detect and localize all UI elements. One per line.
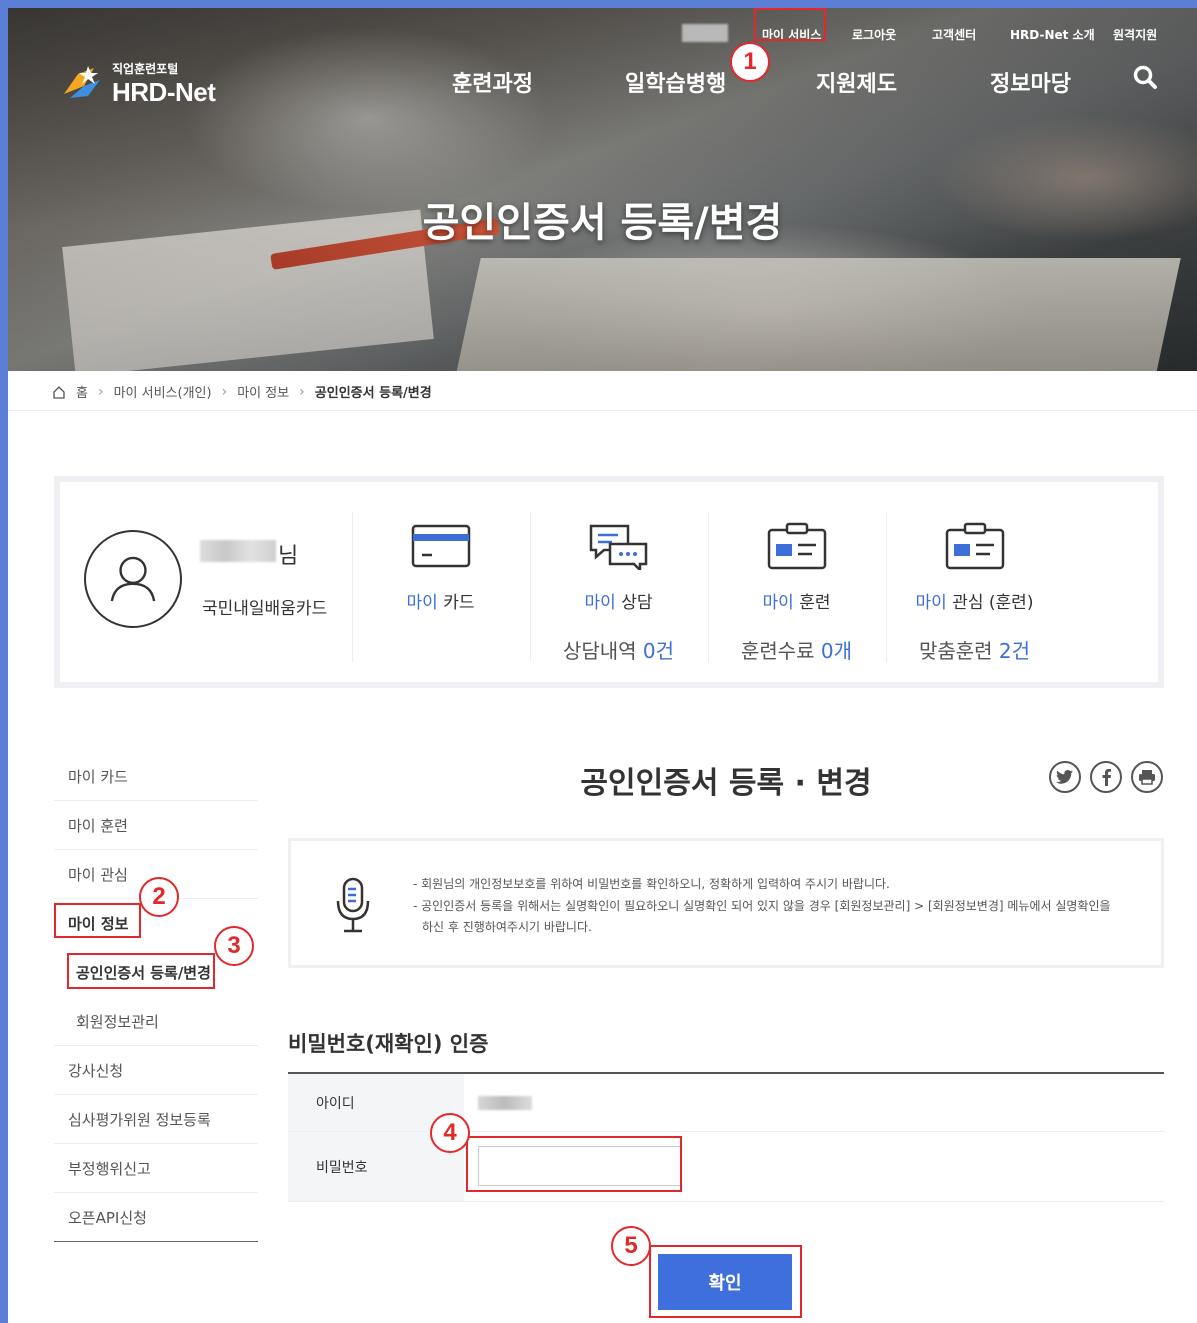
summary-my-training[interactable]: 마이 훈련 훈련수료 0개: [708, 512, 884, 663]
side-nav: 마이 카드 마이 훈련 마이 관심 마이 정보 공인인증서 등록/변경 회원정보…: [54, 752, 258, 1242]
notice-text-2: - 공인인증서 등록을 위해서는 실명확인이 필요하오니 실명확인 되어 있지 …: [413, 899, 1111, 913]
hero-banner: 직업훈련포털 HRD-Net 마이 서비스 로그아웃 고객센터 HRD-Net …: [8, 8, 1197, 371]
summary-my-interest[interactable]: 마이 관심 (훈련) 맞춤훈련 2건: [886, 512, 1062, 663]
side-nav-open-api[interactable]: 오픈API신청: [54, 1193, 258, 1242]
summary-label: 관심 (훈련): [952, 593, 1034, 613]
card-type: 국민내일배움카드: [202, 599, 328, 619]
summary-stat-label: 맞춤훈련: [918, 639, 993, 663]
content-title: 공인인증서 등록 · 변경: [580, 766, 872, 801]
chevron-right-icon: ›: [97, 383, 104, 400]
callout-box-2: [54, 903, 141, 938]
divider: [8, 410, 1197, 411]
breadcrumb: 홈 › 마이 서비스(개인) › 마이 정보 › 공인인증서 등록/변경: [52, 382, 432, 401]
notice-text-2-cont: 하신 후 진행하여주시기 바랍니다.: [422, 920, 592, 934]
breadcrumb-home[interactable]: 홈: [76, 382, 88, 401]
breadcrumb-my-info[interactable]: 마이 정보: [237, 382, 289, 401]
callout-number-4: 4: [430, 1113, 470, 1153]
home-icon[interactable]: [52, 385, 66, 399]
site-logo[interactable]: 직업훈련포털 HRD-Net: [60, 60, 216, 108]
hero-title: 공인인증서 등록/변경: [422, 200, 783, 246]
callout-number-3: 3: [214, 926, 254, 966]
logo-subtitle: 직업훈련포털: [112, 62, 179, 76]
facebook-icon[interactable]: [1090, 761, 1122, 793]
password-form: 아이디 비밀번호: [288, 1072, 1164, 1202]
logo-title: HRD-Net: [112, 77, 216, 107]
user-id-blurred: [478, 1095, 532, 1110]
summary-count[interactable]: 0건: [643, 639, 674, 663]
callout-box-1: [754, 8, 826, 41]
notice-box: - 회원님의 개인정보보호를 위하여 비밀번호를 확인하오니, 정확하게 입력하…: [288, 838, 1164, 968]
util-customer-center[interactable]: 고객센터: [932, 26, 976, 43]
summary-accent: 마이: [584, 593, 616, 613]
nav-information[interactable]: 정보마당: [990, 66, 1071, 98]
id-card-icon: [945, 522, 1004, 570]
callout-number-1: 1: [730, 42, 770, 82]
card-icon: [411, 524, 470, 568]
summary-stat-label: 상담내역: [562, 639, 637, 663]
summary-accent: 마이: [406, 593, 438, 613]
print-icon[interactable]: [1131, 761, 1163, 793]
twitter-icon[interactable]: [1049, 761, 1081, 793]
logo-icon: [64, 66, 100, 98]
callout-box-5: [649, 1245, 802, 1318]
summary-label: 상담: [621, 593, 653, 613]
summary-count[interactable]: 2건: [999, 639, 1030, 663]
user-name-blurred: [200, 540, 276, 562]
callout-number-2: 2: [139, 877, 179, 917]
search-icon[interactable]: [1132, 64, 1158, 90]
util-hrd-intro[interactable]: HRD-Net 소개: [1010, 26, 1095, 43]
chat-icon: [589, 524, 647, 574]
avatar-icon: [84, 530, 182, 628]
callout-number-5: 5: [611, 1226, 651, 1266]
summary-label: 카드: [443, 593, 475, 613]
breadcrumb-my-service[interactable]: 마이 서비스(개인): [114, 382, 212, 401]
microphone-icon: [336, 877, 370, 933]
notice-text-1: - 회원님의 개인정보보호를 위하여 비밀번호를 확인하오니, 정확하게 입력하…: [413, 877, 890, 891]
callout-box-3: [67, 953, 215, 989]
side-nav-my-training[interactable]: 마이 훈련: [54, 801, 258, 850]
id-card-icon: [767, 522, 826, 570]
nav-work-study[interactable]: 일학습병행: [625, 66, 726, 98]
utility-nav: 마이 서비스 로그아웃 고객센터 HRD-Net 소개 원격지원: [8, 22, 1197, 46]
summary-accent: 마이: [762, 593, 794, 613]
side-nav-instructor-apply[interactable]: 강사신청: [54, 1046, 258, 1095]
summary-count[interactable]: 0개: [821, 639, 852, 663]
nav-training-courses[interactable]: 훈련과정: [452, 66, 533, 98]
user-name-blurred: [682, 24, 728, 42]
breadcrumb-current: 공인인증서 등록/변경: [314, 386, 432, 401]
util-logout[interactable]: 로그아웃: [852, 26, 896, 43]
callout-box-4: [466, 1136, 682, 1192]
summary-my-card[interactable]: 마이 카드: [352, 512, 528, 662]
nav-support-system[interactable]: 지원제도: [816, 66, 897, 98]
my-summary-box: 님 국민내일배움카드 마이 카드 마이 상담 상담내역 0건 마이 훈련 훈련수…: [54, 476, 1164, 688]
user-name-suffix: 님: [278, 544, 299, 569]
side-nav-misconduct-report[interactable]: 부정행위신고: [54, 1144, 258, 1193]
side-nav-my-card[interactable]: 마이 카드: [54, 752, 258, 801]
summary-my-counsel[interactable]: 마이 상담 상담내역 0건: [530, 512, 706, 663]
section-title: 비밀번호(재확인) 인증: [288, 1032, 489, 1056]
summary-accent: 마이: [915, 593, 947, 613]
side-nav-evaluator-register[interactable]: 심사평가위원 정보등록: [54, 1095, 258, 1144]
side-nav-member-info[interactable]: 회원정보관리: [54, 997, 258, 1046]
chevron-right-icon: ›: [221, 383, 228, 400]
chevron-right-icon: ›: [299, 383, 305, 400]
util-remote-support[interactable]: 원격지원: [1113, 26, 1157, 43]
summary-stat-label: 훈련수료: [740, 639, 815, 663]
summary-label: 훈련: [799, 593, 831, 613]
